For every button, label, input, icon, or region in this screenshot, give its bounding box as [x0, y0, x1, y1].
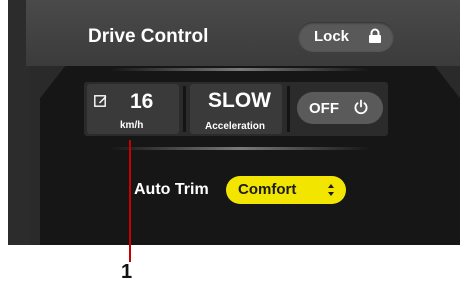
callout-number: 1: [121, 261, 133, 283]
page-title: Drive Control: [88, 26, 209, 47]
power-button[interactable]: OFF: [297, 92, 383, 124]
acceleration-value: SLOW: [208, 89, 271, 112]
status-divider: [183, 86, 186, 132]
auto-trim-value: Comfort: [238, 181, 297, 198]
lock-icon: [369, 28, 381, 43]
callout-line: [129, 140, 131, 262]
updown-arrows-icon: [328, 184, 334, 196]
power-icon: [354, 99, 368, 115]
panel-glow-top: [110, 68, 370, 71]
speed-unit: km/h: [120, 120, 144, 131]
drive-control-figure: Drive Control Lock 16 km/h SLOW Accelera…: [0, 0, 468, 290]
auto-trim-label: Auto Trim: [134, 181, 209, 198]
acceleration-label: Acceleration: [205, 121, 266, 132]
power-button-label: OFF: [309, 100, 339, 117]
panel-glow-bottom: [110, 147, 370, 150]
speed-value: 16: [130, 90, 154, 113]
status-divider: [287, 86, 290, 132]
lock-button-label: Lock: [314, 28, 350, 45]
lock-button[interactable]: Lock: [298, 22, 394, 52]
auto-trim-select[interactable]: Comfort: [226, 176, 346, 204]
edit-icon[interactable]: [94, 94, 107, 107]
